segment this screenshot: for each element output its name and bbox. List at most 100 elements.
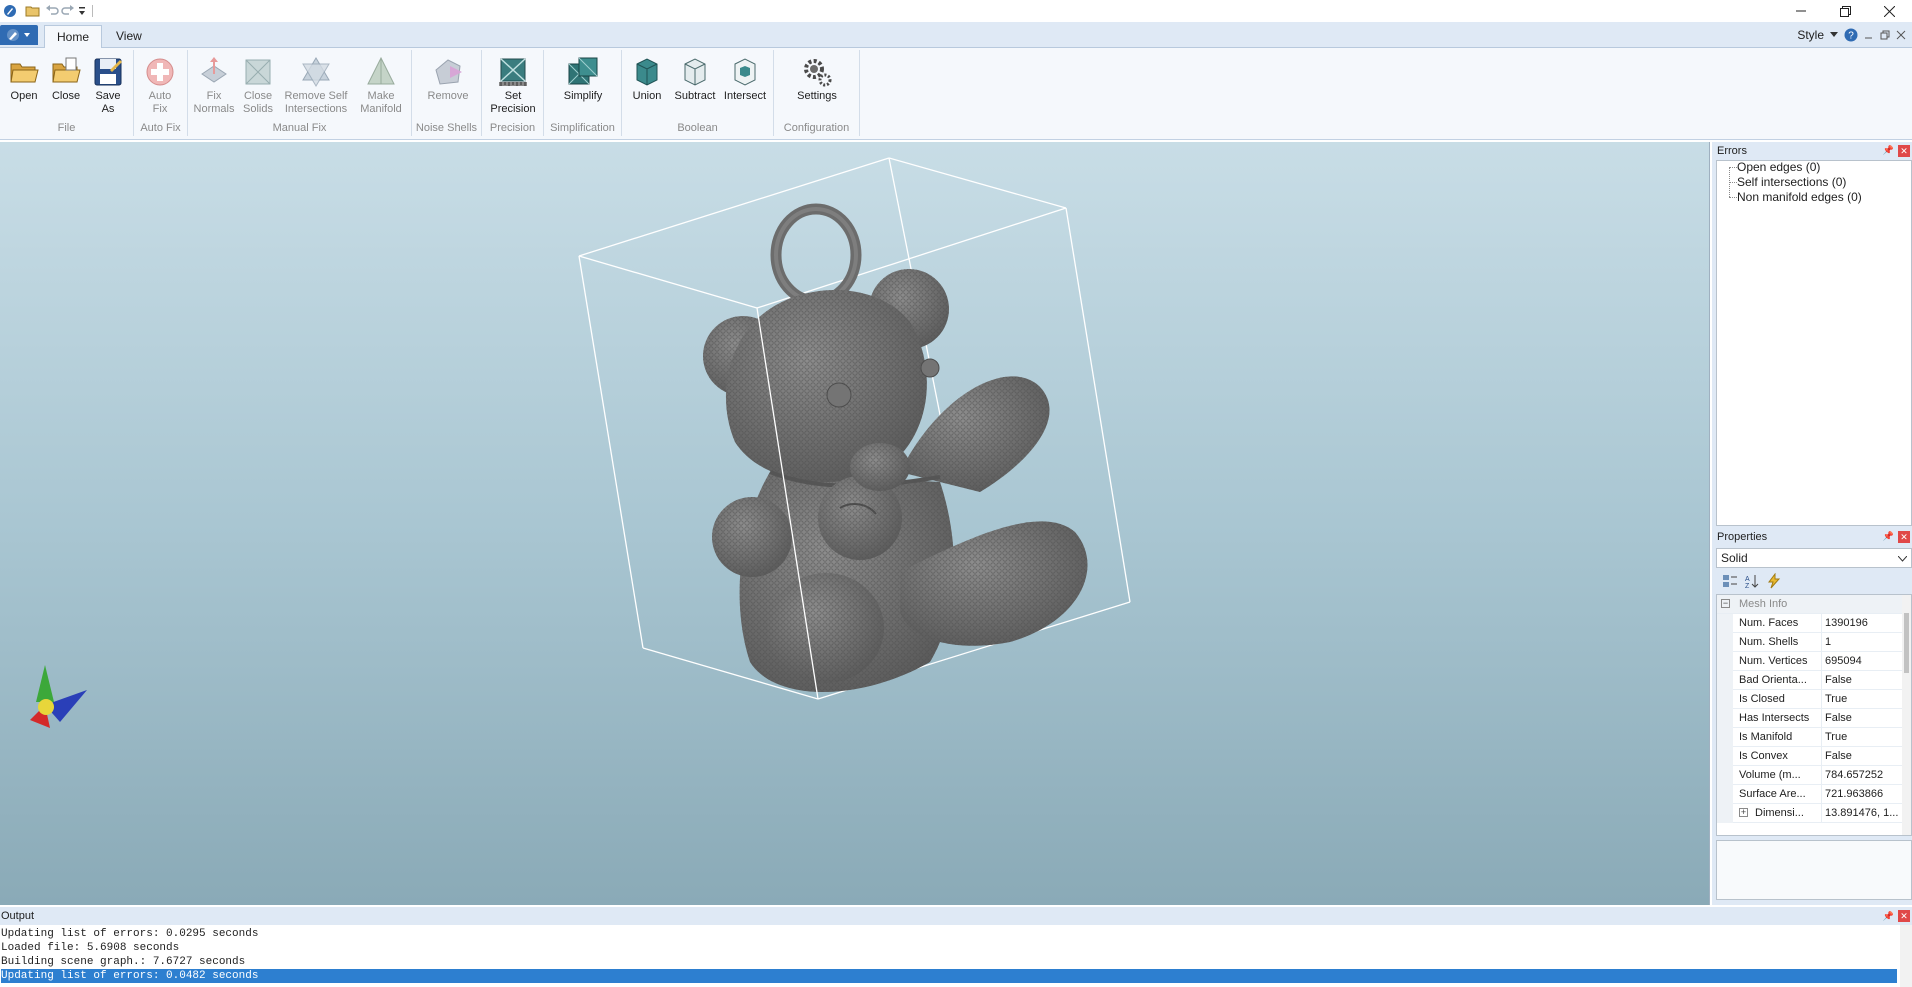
property-row[interactable]: Volume (m... 784.657252 [1717, 766, 1903, 785]
chevron-down-icon[interactable] [1830, 32, 1838, 38]
open-button[interactable]: Open [6, 56, 42, 103]
ribbon-group-configuration: Settings Configuration [774, 50, 860, 136]
app-icon[interactable] [1, 2, 19, 20]
scrollbar-thumb[interactable] [1904, 613, 1909, 673]
property-row[interactable]: Is Closed True [1717, 690, 1903, 709]
subtract-button[interactable]: Subtract [672, 56, 718, 103]
property-row[interactable]: Num. Vertices 695094 [1717, 652, 1903, 671]
help-icon[interactable]: ? [1844, 28, 1858, 42]
close-panel-icon[interactable]: ✕ [1898, 145, 1910, 157]
log-line-selected[interactable]: Updating list of errors: 0.0482 seconds [1, 969, 1897, 983]
remove-self-intersections-button[interactable]: Remove Self Intersections [282, 56, 350, 116]
intersect-icon [734, 58, 756, 86]
expand-icon[interactable]: + [1739, 808, 1748, 817]
error-item-self-intersections[interactable]: Self intersections (0) [1737, 175, 1846, 189]
property-row[interactable]: Is Manifold True [1717, 728, 1903, 747]
close-panel-icon[interactable]: ✕ [1898, 531, 1910, 543]
property-value[interactable]: True [1821, 728, 1901, 746]
property-value[interactable]: True [1821, 690, 1901, 708]
events-lightning-icon[interactable] [1766, 573, 1782, 589]
error-item-non-manifold-edges[interactable]: Non manifold edges (0) [1737, 190, 1862, 204]
property-row[interactable]: + Dimensi... 13.891476, 1... [1717, 804, 1903, 823]
property-row[interactable]: Bad Orienta... False [1717, 671, 1903, 690]
ribbon-restore-icon[interactable] [1880, 30, 1890, 40]
close-panel-icon[interactable]: ✕ [1898, 910, 1910, 922]
sort-alphabetical-icon[interactable]: AZ [1744, 573, 1760, 589]
teddy-bear-mesh[interactable] [703, 203, 1088, 692]
scene [30, 157, 1131, 728]
ribbon-close-icon[interactable] [1896, 30, 1906, 40]
property-row[interactable]: Surface Are... 721.963866 [1717, 785, 1903, 804]
intersect-button[interactable]: Intersect [722, 56, 768, 103]
property-name: Has Intersects [1739, 712, 1810, 724]
property-row[interactable]: Num. Faces 1390196 [1717, 614, 1903, 633]
remove-noise-shells-button[interactable]: Remove [426, 56, 470, 103]
ribbon: Open Close Save As File Auto Fix Auto Fi… [0, 48, 1912, 140]
property-value[interactable]: 13.891476, 1... [1821, 804, 1901, 822]
property-value[interactable]: False [1821, 671, 1901, 689]
ribbon-group-label: Auto Fix [140, 122, 181, 134]
property-row-gutter [1717, 709, 1733, 728]
customize-quick-access-icon[interactable] [76, 2, 88, 20]
property-value[interactable]: 784.657252 [1821, 766, 1901, 784]
property-description-box [1716, 840, 1912, 900]
ribbon-group-label: File [57, 122, 76, 134]
union-button[interactable]: Union [626, 56, 668, 103]
close-window-button[interactable] [1866, 0, 1912, 22]
close-solids-button[interactable]: Close Solids [240, 56, 276, 116]
output-scrollbar[interactable] [1900, 925, 1912, 987]
close-solids-button-label: Close Solids [243, 90, 273, 115]
undo-icon[interactable] [44, 2, 60, 20]
ribbon-minimize-icon[interactable] [1864, 30, 1874, 40]
property-row[interactable]: Is Convex False [1717, 747, 1903, 766]
close-file-icon [52, 57, 81, 83]
settings-button[interactable]: Settings [792, 56, 842, 103]
pin-icon[interactable]: 📌 [1883, 145, 1894, 156]
property-row[interactable]: Num. Shells 1 [1717, 633, 1903, 652]
3d-viewport[interactable] [0, 142, 1710, 905]
property-grid-scrollbar[interactable] [1902, 595, 1911, 835]
ribbon-group-file: Open Close Save As File [0, 50, 134, 136]
property-name: Num. Shells [1739, 636, 1799, 648]
property-value[interactable]: 1 [1821, 633, 1901, 651]
make-manifold-button[interactable]: Make Manifold [356, 56, 406, 116]
property-value[interactable]: 1390196 [1821, 614, 1901, 632]
object-selector-value: Solid [1721, 551, 1748, 565]
collapse-icon[interactable]: − [1721, 599, 1730, 608]
property-value[interactable]: False [1821, 747, 1901, 765]
remove-noise-shells-button-label: Remove [427, 90, 469, 102]
error-item-open-edges[interactable]: Open edges (0) [1737, 160, 1820, 174]
simplify-icon [568, 57, 598, 85]
errors-panel-title: Errors [1717, 145, 1747, 157]
property-row[interactable]: Has Intersects False [1717, 709, 1903, 728]
property-value[interactable]: 695094 [1821, 652, 1901, 670]
fix-normals-button[interactable]: Fix Normals [194, 56, 234, 116]
application-menu-button[interactable] [0, 25, 38, 45]
categorized-view-icon[interactable] [1722, 573, 1738, 589]
remove-shell-icon [435, 59, 462, 85]
style-menu-label[interactable]: Style [1797, 28, 1824, 42]
auto-fix-button[interactable]: Auto Fix [142, 56, 178, 116]
object-selector[interactable]: Solid [1716, 548, 1912, 568]
simplify-button[interactable]: Simplify [558, 56, 608, 103]
tab-home[interactable]: Home [44, 25, 103, 49]
svg-text:A: A [1745, 576, 1750, 583]
tab-view[interactable]: View [104, 25, 154, 49]
restore-button[interactable] [1822, 0, 1868, 22]
redo-icon[interactable] [60, 2, 76, 20]
auto-fix-button-label: Auto Fix [148, 90, 172, 115]
pin-icon[interactable]: 📌 [1883, 531, 1894, 542]
property-category-row[interactable]: − Mesh Info [1717, 595, 1903, 614]
save-as-button[interactable]: Save As [90, 56, 126, 116]
property-value[interactable]: 721.963866 [1821, 785, 1901, 803]
close-button[interactable]: Close [48, 56, 84, 103]
pin-icon[interactable]: 📌 [1883, 907, 1894, 925]
set-precision-button[interactable]: Set Precision [488, 56, 538, 116]
property-value[interactable]: False [1821, 709, 1901, 727]
open-folder-icon[interactable] [24, 2, 42, 20]
ribbon-group-noise-shells: Remove Noise Shells [412, 50, 482, 136]
intersect-button-label: Intersect [723, 90, 767, 102]
ribbon-group-auto-fix: Auto Fix Auto Fix [134, 50, 188, 136]
property-name: Is Closed [1739, 693, 1785, 705]
minimize-button[interactable] [1778, 0, 1824, 22]
